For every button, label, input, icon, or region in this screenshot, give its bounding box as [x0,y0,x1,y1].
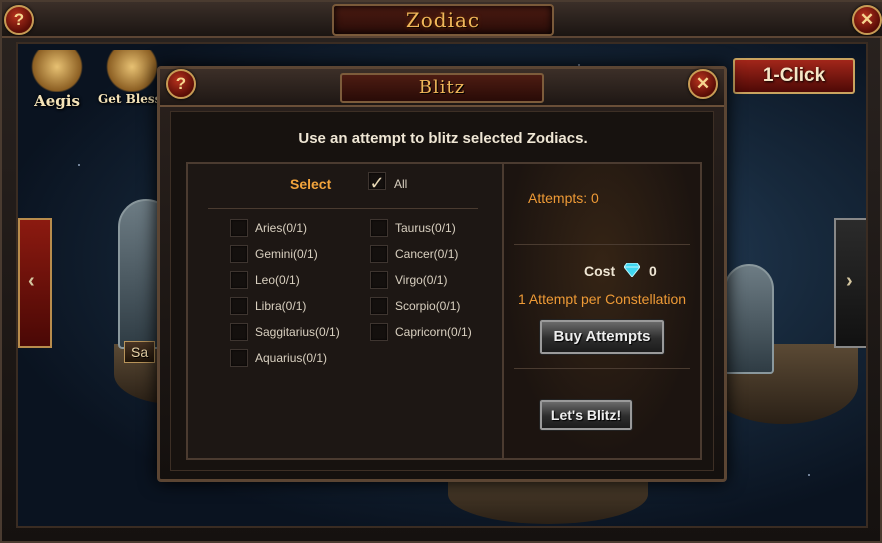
zodiac-checkbox[interactable] [230,245,248,263]
zodiac-checkbox[interactable] [370,323,388,341]
zodiac-label: Virgo(0/1) [395,273,448,287]
zodiac-option[interactable]: Libra(0/1) [230,296,306,316]
select-divider [208,208,478,209]
attempts-panel: Attempts: 0 Cost 0 1 Attempt per Constel… [502,162,702,460]
next-page-tab[interactable]: › [834,218,866,348]
zodiac-option[interactable]: Gemini(0/1) [230,244,318,264]
zodiac-label: Cancer(0/1) [395,247,459,261]
blitz-dialog: Blitz ? ✕ Use an attempt to blitz select… [157,66,727,482]
help-button[interactable]: ? [4,5,34,35]
zodiac-option[interactable]: Scorpio(0/1) [370,296,460,316]
chevron-right-icon: › [846,270,853,292]
zodiac-checkbox[interactable] [370,297,388,315]
dialog-help-button[interactable]: ? [166,69,196,99]
constellation-chip[interactable]: Sa [124,341,156,363]
dialog-title: Blitz [418,77,466,98]
select-all-checkbox[interactable]: ✓ [368,172,386,193]
zodiac-label: Libra(0/1) [255,299,307,313]
zodiac-option[interactable]: Taurus(0/1) [370,218,456,238]
zodiac-option[interactable]: Capricorn(0/1) [370,322,472,342]
zodiac-option[interactable]: Leo(0/1) [230,270,300,290]
zodiac-label: Aquarius(0/1) [255,351,328,365]
zodiac-checkbox[interactable] [370,219,388,237]
buy-divider [514,368,690,369]
previous-page-tab[interactable]: ‹ [18,218,52,348]
one-click-button[interactable]: 1-Click [733,58,855,94]
chevron-left-icon: ‹ [28,270,35,292]
zodiac-label: Saggitarius(0/1) [255,325,340,339]
cost-value: 0 [649,263,657,279]
dialog-body: Use an attempt to blitz selected Zodiacs… [170,111,714,471]
window-title: Zodiac [405,8,481,32]
buy-attempts-button[interactable]: Buy Attempts [539,319,665,355]
zodiac-label: Gemini(0/1) [255,247,318,261]
blessing-crystal-icon [105,50,159,92]
aegis-shortcut[interactable]: Aegis [22,50,92,110]
zodiac-checkbox[interactable] [230,271,248,289]
tower-right [724,264,774,374]
checkmark-icon: ✓ [369,173,385,193]
zodiac-option[interactable]: Aries(0/1) [230,218,307,238]
attempts-divider [514,244,690,245]
zodiac-checkbox[interactable] [370,271,388,289]
zodiac-option[interactable]: Saggitarius(0/1) [230,322,340,342]
select-label: Select [290,176,332,192]
lets-blitz-button[interactable]: Let's Blitz! [539,399,633,431]
zodiac-select-panel: Select ✓ All Aries(0/1) Taurus(0/1) Gemi… [186,162,504,460]
close-button[interactable]: ✕ [852,5,882,35]
select-all-label: All [394,177,408,191]
zodiac-label: Aries(0/1) [255,221,308,235]
blitz-instruction: Use an attempt to blitz selected Zodiacs… [298,130,588,147]
zodiac-checkbox[interactable] [230,349,248,367]
zodiac-checkbox[interactable] [230,323,248,341]
zodiac-label: Scorpio(0/1) [395,299,461,313]
zodiac-label: Taurus(0/1) [395,221,456,235]
zodiac-label: Leo(0/1) [255,273,300,287]
aegis-label: Aegis [34,92,80,110]
zodiac-checkbox[interactable] [370,245,388,263]
diamond-icon [624,263,640,277]
winged-crest-icon [30,50,84,92]
dialog-close-button[interactable]: ✕ [688,69,718,99]
zodiac-option[interactable]: Virgo(0/1) [370,270,447,290]
zodiac-checkbox[interactable] [230,219,248,237]
zodiac-label: Capricorn(0/1) [395,325,472,339]
zodiac-checkbox[interactable] [230,297,248,315]
cost-label: Cost [584,263,616,279]
zodiac-option[interactable]: Aquarius(0/1) [230,348,327,368]
attempts-count: Attempts: 0 [528,190,599,206]
attempt-rate-text: 1 Attempt per Constellation [517,291,687,307]
zodiac-option[interactable]: Cancer(0/1) [370,244,458,264]
